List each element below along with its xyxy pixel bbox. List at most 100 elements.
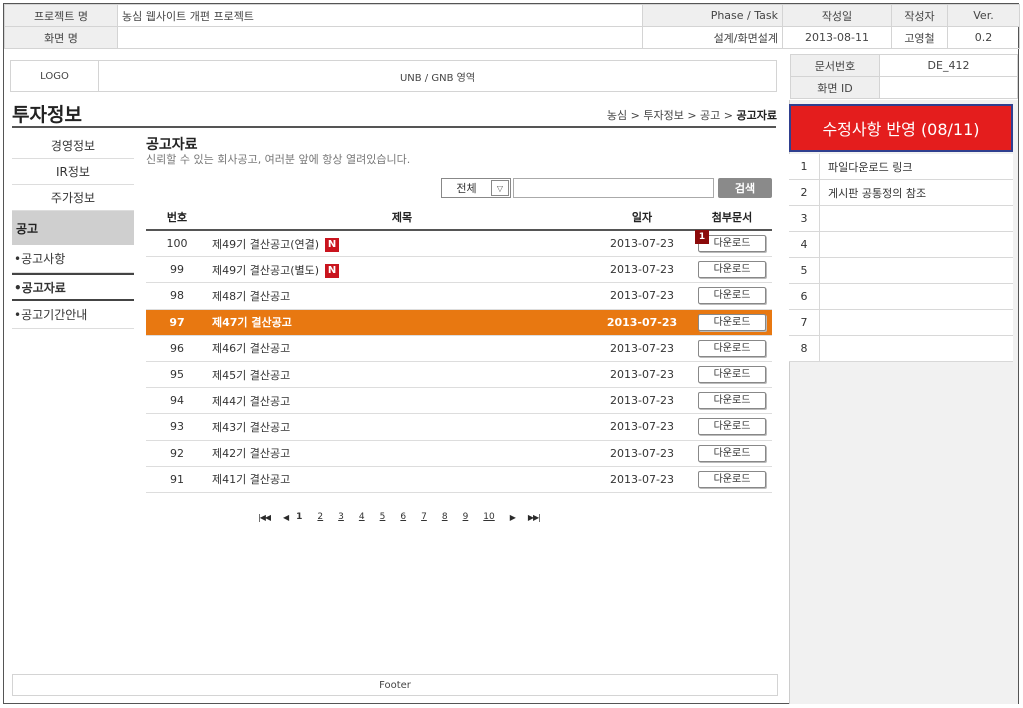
table-row[interactable]: 91 제41기 결산공고 2013-07-23 다운로드 [146, 467, 772, 493]
download-button[interactable]: 다운로드 [698, 444, 766, 462]
breadcrumb-current: 공고자료 [736, 109, 777, 122]
nav-sub-notice-items[interactable]: •공고사항 [12, 245, 134, 273]
page-number-link[interactable]: 9 [463, 512, 469, 522]
row-title[interactable]: 제47기 결산공고 [212, 316, 292, 329]
page-number-link[interactable]: 1 [296, 512, 302, 522]
phase-value: 설계/화면설계 [642, 26, 783, 49]
note-text [819, 258, 1013, 283]
project-value: 농심 웹사이트 개편 프로젝트 [117, 4, 643, 27]
table-row[interactable]: 98 제48기 결산공고 2013-07-23 다운로드 [146, 283, 772, 310]
row-title[interactable]: 제46기 결산공고 [212, 342, 290, 355]
row-title-cell[interactable]: 제49기 결산공고(연결) N [208, 236, 592, 252]
row-number: 97 [169, 315, 185, 329]
row-date: 2013-07-23 [610, 472, 674, 486]
spec-note-row: 6 [789, 284, 1013, 310]
row-title[interactable]: 제42기 결산공고 [212, 447, 290, 460]
row-attachment: 다운로드 [692, 261, 772, 279]
table-row[interactable]: 96 제46기 결산공고 2013-07-23 다운로드 [146, 336, 772, 362]
row-title[interactable]: 제43기 결산공고 [212, 421, 290, 434]
nav-item-ir[interactable]: IR정보 [12, 159, 134, 185]
note-number: 2 [800, 186, 808, 199]
row-number: 94 [170, 394, 184, 408]
new-badge-icon: N [325, 263, 340, 278]
page-number-link[interactable]: 4 [359, 512, 365, 522]
page-number-link[interactable]: 8 [442, 512, 448, 522]
table-row[interactable]: 94 제44기 결산공고 2013-07-23 다운로드 [146, 388, 772, 415]
row-title-cell[interactable]: 제46기 결산공고 [208, 340, 592, 356]
page-number-link[interactable]: 5 [380, 512, 386, 522]
row-title-cell[interactable]: 제48기 결산공고 [208, 288, 592, 304]
row-title-cell[interactable]: 제43기 결산공고 [208, 419, 592, 435]
row-title[interactable]: 제48기 결산공고 [212, 290, 290, 303]
select-value: 전체 [456, 182, 477, 195]
note-text [819, 284, 1013, 309]
screen-value [117, 26, 643, 49]
row-attachment: 다운로드 [692, 339, 772, 357]
page-number-link[interactable]: 6 [400, 512, 406, 522]
logo[interactable]: LOGO [11, 61, 99, 91]
download-button[interactable]: 다운로드 [698, 313, 766, 331]
row-title-cell[interactable]: 제44기 결산공고 [208, 393, 592, 409]
spec-note-row: 8 [789, 336, 1013, 362]
nav-sub-notice-period[interactable]: •공고기간안내 [12, 301, 134, 329]
last-page-button[interactable]: ▶▶| [528, 513, 541, 522]
left-nav: 경영정보 IR정보 주가정보 공고 •공고사항 •공고자료 •공고기간안내 [12, 133, 134, 329]
prev-page-button[interactable]: ◀ [283, 513, 289, 522]
row-number: 95 [170, 368, 184, 382]
screen-id-value [879, 76, 1018, 99]
ver-label: Ver. [947, 4, 1020, 27]
col-date: 일자 [631, 211, 653, 224]
row-title-cell[interactable]: 제41기 결산공고 [208, 471, 592, 487]
row-title-cell[interactable]: 제49기 결산공고(별도) N [208, 262, 592, 278]
table-row[interactable]: 92 제42기 결산공고 2013-07-23 다운로드 [146, 441, 772, 467]
download-button[interactable]: 다운로드 [698, 418, 766, 436]
table-row[interactable]: 95 제45기 결산공고 2013-07-23 다운로드 [146, 362, 772, 389]
note-text [819, 336, 1013, 361]
row-date: 2013-07-23 [610, 446, 674, 460]
row-title[interactable]: 제49기 결산공고(별도) [212, 264, 319, 277]
download-button[interactable]: 다운로드 [698, 261, 766, 279]
page-title: 투자정보 [12, 104, 82, 126]
download-button[interactable]: 다운로드 [698, 339, 766, 357]
author-value: 고영철 [891, 26, 948, 49]
table-header: 번호 제목 일자 첨부문서 [146, 205, 772, 231]
page-number-link[interactable]: 7 [421, 512, 427, 522]
col-number: 번호 [166, 211, 188, 224]
author-label: 작성자 [891, 4, 948, 27]
first-page-button[interactable]: |◀◀ [258, 513, 271, 522]
dropdown-arrow-icon[interactable]: ▽ [491, 180, 509, 196]
row-attachment: 다운로드 [692, 392, 772, 410]
spec-notes: 1 파일다운로드 링크 2 게시판 공통정의 참조 3 4 5 6 7 8 [789, 154, 1013, 362]
search-filter-select[interactable]: 전체 ▽ [441, 178, 511, 198]
doc-no-label: 문서번호 [790, 54, 880, 77]
row-number: 100 [166, 237, 188, 251]
nav-item-management[interactable]: 경영정보 [12, 133, 134, 159]
download-button[interactable]: 다운로드 [698, 366, 766, 384]
table-row[interactable]: 93 제43기 결산공고 2013-07-23 다운로드 [146, 414, 772, 441]
row-title[interactable]: 제44기 결산공고 [212, 395, 290, 408]
row-attachment: 1 다운로드 [692, 230, 772, 253]
table-row[interactable]: 99 제49기 결산공고(별도) N 2013-07-23 다운로드 [146, 257, 772, 284]
row-title[interactable]: 제49기 결산공고(연결) [212, 238, 319, 251]
page-number-link[interactable]: 3 [338, 512, 344, 522]
nav-category-notice[interactable]: 공고 [12, 211, 134, 245]
search-button[interactable]: 검색 [718, 178, 772, 198]
row-title-cell[interactable]: 제45기 결산공고 [208, 367, 592, 383]
nav-sub-notice-materials[interactable]: •공고자료 [12, 273, 134, 301]
note-number: 6 [800, 290, 808, 303]
page-number-link[interactable]: 2 [317, 512, 323, 522]
row-title-cell[interactable]: 제47기 결산공고 [208, 314, 592, 330]
table-row[interactable]: 97 제47기 결산공고 2013-07-23 다운로드 [146, 309, 772, 336]
download-button[interactable]: 다운로드 [698, 470, 766, 488]
spec-note-row: 5 [789, 258, 1013, 284]
download-button[interactable]: 다운로드 [698, 287, 766, 305]
row-title[interactable]: 제45기 결산공고 [212, 369, 290, 382]
download-button[interactable]: 다운로드 [698, 392, 766, 410]
row-title[interactable]: 제41기 결산공고 [212, 473, 290, 486]
search-input[interactable] [513, 178, 714, 198]
row-title-cell[interactable]: 제42기 결산공고 [208, 445, 592, 461]
next-page-button[interactable]: ▶ [510, 513, 516, 522]
page-number-link[interactable]: 10 [483, 512, 494, 522]
nav-item-stock[interactable]: 주가정보 [12, 185, 134, 211]
table-row[interactable]: 100 제49기 결산공고(연결) N 2013-07-23 1 다운로드 [146, 230, 772, 258]
